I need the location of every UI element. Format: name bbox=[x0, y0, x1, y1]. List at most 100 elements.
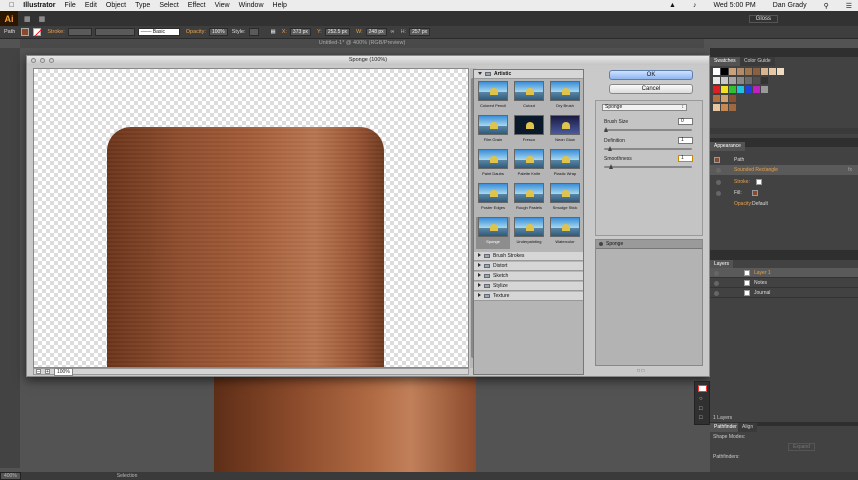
swatch[interactable] bbox=[729, 104, 736, 111]
opacity-field[interactable]: 100% bbox=[208, 28, 228, 36]
apple-menu-icon[interactable]:  bbox=[9, 2, 14, 9]
filter-thumb-underpainting[interactable]: Underpainting bbox=[512, 217, 546, 249]
swatch[interactable] bbox=[769, 68, 776, 75]
swatch[interactable] bbox=[721, 68, 728, 75]
volume-icon[interactable]: ♪ bbox=[693, 2, 697, 9]
eye-icon[interactable] bbox=[716, 180, 721, 185]
filter-thumb-poster-edges[interactable]: Poster Edges bbox=[476, 183, 510, 215]
filter-thumb-paint-daubs[interactable]: Paint Daubs bbox=[476, 149, 510, 181]
swatch[interactable] bbox=[737, 68, 744, 75]
menu-object[interactable]: Object bbox=[106, 2, 126, 9]
filter-thumb-palette-knife[interactable]: Palette Knife bbox=[512, 149, 546, 181]
eye-icon[interactable] bbox=[599, 242, 603, 246]
swatch[interactable] bbox=[745, 68, 752, 75]
zoom-out-button[interactable]: – bbox=[36, 369, 41, 375]
filter-thumb-neon-glow[interactable]: Neon Glow bbox=[548, 115, 582, 147]
eye-icon[interactable] bbox=[714, 271, 719, 276]
filter-thumb-smudge-stick[interactable]: Smudge Stick bbox=[548, 183, 582, 215]
variable-width-field[interactable] bbox=[94, 28, 135, 36]
swatch[interactable] bbox=[753, 68, 760, 75]
category-artistic[interactable]: Artistic bbox=[474, 70, 583, 79]
tab-appearance[interactable]: Appearance bbox=[710, 142, 745, 151]
swatch-grid[interactable] bbox=[713, 68, 853, 128]
eye-icon[interactable] bbox=[716, 191, 721, 196]
layer-row[interactable]: Notes bbox=[710, 278, 858, 288]
appearance-effect-row[interactable]: Sounded Rectangle fx bbox=[710, 165, 858, 175]
stroke-swatch[interactable] bbox=[33, 28, 42, 36]
filter-thumb-colored-pencil[interactable]: Colored Pencil bbox=[476, 81, 510, 113]
x-field[interactable]: 373 px bbox=[289, 28, 311, 36]
delete-effect-layer-icon[interactable]: □ bbox=[641, 368, 644, 374]
swatch[interactable] bbox=[729, 95, 736, 102]
appearance-fill-row[interactable]: Fill: bbox=[710, 188, 858, 198]
swatch[interactable] bbox=[761, 77, 768, 84]
close-icon[interactable] bbox=[31, 58, 36, 63]
menu-app[interactable]: Illustrator bbox=[23, 2, 55, 9]
swatch[interactable] bbox=[721, 77, 728, 84]
menu-file[interactable]: File bbox=[65, 2, 76, 9]
fill-swatch[interactable] bbox=[752, 190, 758, 196]
effect-label[interactable]: Sounded Rectangle bbox=[734, 165, 778, 175]
swatch[interactable] bbox=[721, 104, 728, 111]
menu-view[interactable]: View bbox=[215, 2, 230, 9]
fill-stroke-icon[interactable] bbox=[698, 385, 707, 392]
swatch[interactable] bbox=[753, 86, 760, 93]
bridge-icon[interactable]: ▦ bbox=[24, 15, 31, 23]
swatch[interactable] bbox=[753, 77, 760, 84]
swatch[interactable] bbox=[777, 68, 784, 75]
appearance-stroke-row[interactable]: Stroke: bbox=[710, 177, 858, 187]
category-texture[interactable]: Texture bbox=[474, 292, 583, 301]
swatch[interactable] bbox=[713, 77, 720, 84]
category-distort[interactable]: Distort bbox=[474, 262, 583, 271]
menu-select[interactable]: Select bbox=[159, 2, 178, 9]
swatch[interactable] bbox=[745, 86, 752, 93]
swatch[interactable] bbox=[713, 95, 720, 102]
menu-help[interactable]: Help bbox=[273, 2, 287, 9]
swatch[interactable] bbox=[713, 68, 720, 75]
expand-button[interactable]: Expand bbox=[788, 443, 815, 451]
swatch[interactable] bbox=[737, 77, 744, 84]
menu-effect[interactable]: Effect bbox=[188, 2, 206, 9]
swatch[interactable] bbox=[721, 95, 728, 102]
screen-mode-icon[interactable]: □ bbox=[699, 406, 703, 412]
swatch[interactable] bbox=[729, 77, 736, 84]
tab-swatches[interactable]: Swatches bbox=[710, 57, 740, 66]
definition-field[interactable]: 1 bbox=[678, 137, 693, 144]
eye-icon[interactable] bbox=[714, 291, 719, 296]
w-field[interactable]: 248 px bbox=[365, 28, 387, 36]
document-title[interactable]: Untitled-1* @ 400% (RGB/Preview) bbox=[20, 39, 704, 48]
minimize-icon[interactable] bbox=[40, 58, 45, 63]
swatch[interactable] bbox=[729, 86, 736, 93]
definition-slider[interactable] bbox=[604, 146, 692, 151]
preview-area[interactable] bbox=[33, 68, 469, 368]
new-effect-layer-icon[interactable]: □ bbox=[637, 368, 640, 374]
opacity-label[interactable]: Opacity: bbox=[734, 199, 752, 209]
filter-thumb-watercolor[interactable]: Watercolor bbox=[548, 217, 582, 249]
tab-align[interactable]: Align bbox=[738, 423, 758, 432]
smoothness-field[interactable]: 1 bbox=[678, 155, 693, 162]
stroke-label[interactable]: Stroke: bbox=[47, 29, 64, 35]
slider-knob[interactable] bbox=[607, 146, 612, 151]
swatch[interactable] bbox=[713, 104, 720, 111]
ok-button[interactable]: OK bbox=[609, 70, 693, 80]
swatch[interactable] bbox=[721, 86, 728, 93]
tab-pathfinder[interactable]: Pathfinder bbox=[710, 423, 741, 432]
menu-window[interactable]: Window bbox=[239, 2, 264, 9]
swatch[interactable] bbox=[729, 68, 736, 75]
menu-user[interactable]: Dan Grady bbox=[773, 2, 807, 9]
arrange-icon[interactable]: ▦ bbox=[39, 15, 46, 23]
effect-layer-row[interactable]: Sponge bbox=[596, 240, 702, 249]
layer-row[interactable]: Layer 1 bbox=[710, 268, 858, 278]
view-icon[interactable]: □ bbox=[699, 415, 703, 421]
draw-mode-icon[interactable]: ○ bbox=[699, 396, 703, 402]
category-stylize[interactable]: Stylize bbox=[474, 282, 583, 291]
filter-thumb-rough-pastels[interactable]: Rough Pastels bbox=[512, 183, 546, 215]
eye-icon[interactable] bbox=[714, 281, 719, 286]
layer-name[interactable]: Journal bbox=[754, 288, 770, 298]
eye-icon[interactable] bbox=[716, 168, 721, 173]
fill-swatch[interactable] bbox=[21, 28, 30, 36]
search-icon[interactable]: ⚲ bbox=[824, 2, 829, 10]
filter-thumb-film-grain[interactable]: Film Grain bbox=[476, 115, 510, 147]
tab-color-guide[interactable]: Color Guide bbox=[740, 57, 775, 66]
fx-icon[interactable]: fx bbox=[848, 165, 852, 175]
